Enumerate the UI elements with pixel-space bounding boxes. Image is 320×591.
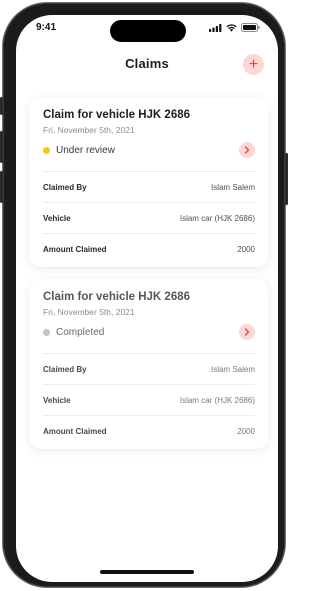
claim-status: Completed — [43, 324, 255, 340]
status-label: Completed — [56, 326, 105, 338]
detail-label: Vehicle — [43, 395, 71, 405]
battery-icon — [241, 23, 260, 32]
detail-row-claimed-by: Claimed By Islam Salem — [43, 172, 255, 203]
status-dot — [43, 146, 50, 154]
power-button — [285, 153, 288, 205]
detail-row-claimed-by: Claimed By Islam Salem — [43, 354, 255, 385]
claim-card[interactable]: Claim for vehicle HJK 2686 Fri, November… — [29, 279, 269, 449]
claim-title: Claim for vehicle HJK 2686 — [43, 291, 191, 303]
status-icons — [209, 23, 260, 32]
chevron-right-icon — [244, 328, 250, 336]
detail-label: Claimed By — [43, 364, 87, 374]
detail-row-amount: Amount Claimed 2000 — [43, 416, 255, 447]
claim-date: Fri, November 5th, 2021 — [43, 125, 135, 135]
status-label: Under review — [56, 144, 115, 156]
claim-status: Under review — [43, 142, 255, 158]
detail-value: 2000 — [237, 427, 255, 436]
claim-card[interactable]: Claim for vehicle HJK 2686 Fri, November… — [29, 97, 269, 267]
detail-value: 2000 — [237, 245, 255, 254]
mute-switch — [0, 97, 3, 115]
detail-value: Islam Salem — [210, 182, 255, 192]
detail-label: Amount Claimed — [43, 245, 107, 254]
home-indicator[interactable] — [100, 570, 194, 574]
dynamic-island — [110, 20, 186, 42]
open-claim-button[interactable] — [239, 324, 255, 340]
claim-details: Claimed By Islam Salem Vehicle Islam car… — [43, 171, 255, 265]
detail-row-vehicle: Vehicle Islam car (HJK 2686) — [43, 203, 255, 234]
wifi-icon — [226, 23, 237, 32]
volume-up-button — [0, 131, 3, 163]
detail-row-vehicle: Vehicle Islam car (HJK 2686) — [43, 385, 255, 416]
detail-value: Islam car (HJK 2686) — [179, 395, 255, 405]
detail-row-amount: Amount Claimed 2000 — [43, 234, 255, 265]
chevron-right-icon — [244, 146, 250, 154]
volume-down-button — [0, 171, 3, 203]
status-dot — [43, 328, 50, 336]
page-title: Claims — [125, 56, 169, 71]
open-claim-button[interactable] — [239, 142, 255, 158]
claim-details: Claimed By Islam Salem Vehicle Islam car… — [43, 353, 255, 447]
detail-label: Amount Claimed — [43, 427, 107, 436]
add-icon: + — [248, 55, 259, 73]
detail-label: Claimed By — [43, 182, 87, 192]
detail-label: Vehicle — [43, 213, 71, 223]
detail-value: Islam Salem — [210, 364, 255, 374]
app-screen: 9:41 Claims + Claim for vehicle HJK 2686… — [16, 15, 278, 582]
claim-title: Claim for vehicle HJK 2686 — [43, 109, 191, 121]
claim-date: Fri, November 5th, 2021 — [43, 307, 135, 317]
add-claim-button[interactable]: + — [243, 54, 264, 75]
phone-frame: 9:41 Claims + Claim for vehicle HJK 2686… — [0, 3, 288, 587]
signal-icon — [209, 23, 222, 32]
status-time: 9:41 — [36, 22, 57, 33]
detail-value: Islam car (HJK 2686) — [179, 213, 255, 223]
